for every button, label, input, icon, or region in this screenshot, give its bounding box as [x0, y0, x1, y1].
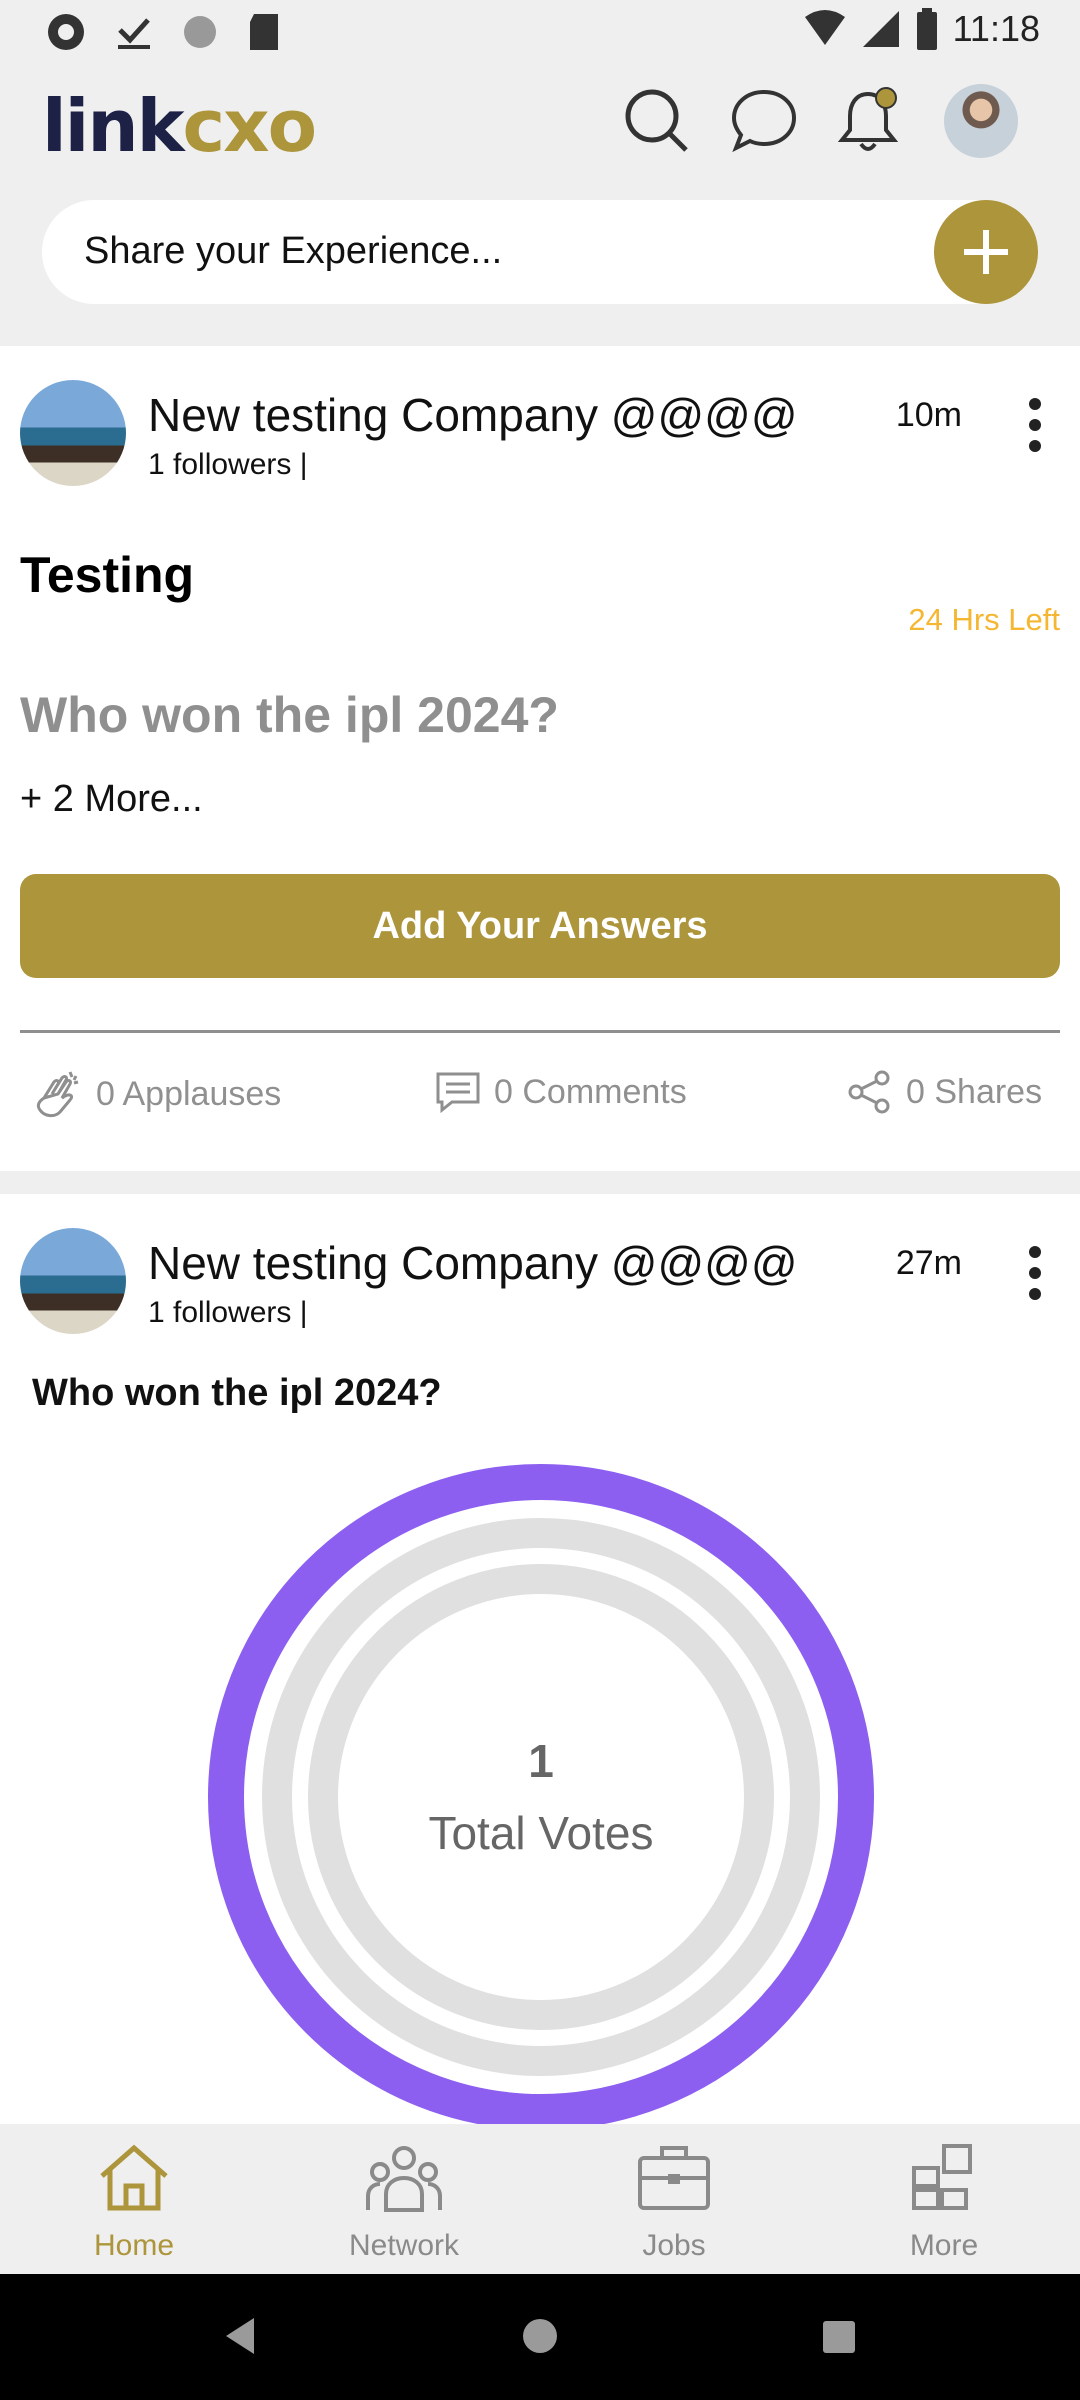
share-experience-input[interactable]: Share your Experience... — [42, 200, 1038, 304]
comment-count: 0 Comments — [494, 1072, 687, 1111]
company-avatar[interactable] — [20, 1228, 126, 1334]
app-header: linkcxo — [0, 64, 1080, 184]
divider — [20, 1030, 1060, 1033]
nav-label: Network — [348, 2229, 460, 2262]
share-button[interactable]: 0 Shares — [846, 1068, 1042, 1116]
nav-network[interactable]: Network — [304, 2138, 504, 2263]
notification-bell-icon[interactable] — [832, 84, 904, 156]
home-icon — [100, 2144, 168, 2211]
sd-card-icon — [250, 14, 278, 50]
system-navigation-bar — [0, 2274, 1080, 2400]
post-time: 27m — [895, 1244, 962, 1282]
user-avatar[interactable] — [944, 84, 1018, 158]
search-icon[interactable] — [620, 84, 692, 156]
bottom-navigation: Home Network Jobs More — [0, 2124, 1080, 2274]
share-count: 0 Shares — [906, 1072, 1043, 1111]
briefcase-icon — [638, 2146, 710, 2210]
grid-icon — [912, 2144, 972, 2210]
loading-icon — [184, 16, 216, 48]
more-options-icon[interactable] — [1028, 1246, 1042, 1300]
download-done-icon — [118, 18, 150, 49]
poll-question: Who won the ipl 2024? — [32, 1372, 442, 1414]
chat-icon[interactable] — [728, 84, 800, 156]
more-options-link[interactable]: + 2 More... — [20, 778, 203, 821]
post-time: 10m — [895, 396, 962, 434]
time-left-badge: 24 Hrs Left — [908, 602, 1060, 637]
clock: 11:18 — [952, 8, 1040, 49]
back-icon[interactable] — [222, 2316, 258, 2356]
nav-label: More — [909, 2229, 979, 2262]
nav-label: Home — [93, 2229, 175, 2262]
followers-count: 1 followers | — [148, 1296, 308, 1329]
home-circle-icon[interactable] — [522, 2318, 558, 2354]
more-options-icon[interactable] — [1028, 398, 1042, 452]
nav-jobs[interactable]: Jobs — [574, 2138, 774, 2263]
create-post-button[interactable] — [934, 200, 1038, 304]
network-icon — [366, 2146, 442, 2212]
company-avatar[interactable] — [20, 380, 126, 486]
signal-icon — [862, 11, 899, 47]
total-votes-label: Total Votes — [428, 1807, 654, 1859]
post-card: New testing Company @@@@ 1 followers | 1… — [0, 346, 1080, 1171]
wifi-icon — [804, 10, 845, 45]
followers-count: 1 followers | — [148, 448, 308, 481]
nav-more[interactable]: More — [844, 2138, 1044, 2263]
poll-card: New testing Company @@@@ 1 followers | 2… — [0, 1194, 1080, 2130]
status-bar: 11:18 — [0, 0, 1080, 64]
total-votes-count: 1 — [528, 1735, 554, 1787]
battery-icon — [916, 8, 937, 50]
poll-question: Who won the ipl 2024? — [20, 687, 559, 743]
add-answers-button[interactable]: Add Your Answers — [20, 874, 1060, 978]
logo-text-link: link — [42, 84, 184, 168]
logo-text-cxo: cxo — [182, 84, 318, 168]
nav-home[interactable]: Home — [34, 2138, 234, 2263]
applause-count: 0 Applauses — [96, 1074, 282, 1113]
post-title: Testing — [20, 547, 195, 603]
linkcxo-logo[interactable]: linkcxo — [42, 84, 318, 168]
nav-label: Jobs — [642, 2229, 706, 2262]
company-name[interactable]: New testing Company @@@@ — [148, 388, 798, 442]
app-notification-icon — [48, 14, 84, 50]
vote-donut-chart: 1 Total Votes — [206, 1462, 876, 2132]
comments-button[interactable]: 0 Comments — [434, 1068, 687, 1116]
recents-icon[interactable] — [822, 2320, 856, 2354]
share-icon — [848, 1070, 890, 1114]
ring-option-3 — [308, 1564, 774, 2030]
applause-icon — [36, 1071, 79, 1118]
post-actions: 0 Applauses 0 Comments 0 Shares — [0, 1068, 1080, 1128]
ring-option-2 — [262, 1518, 820, 2076]
share-placeholder: Share your Experience... — [84, 230, 503, 272]
applause-button[interactable]: 0 Applauses — [32, 1068, 281, 1120]
company-name[interactable]: New testing Company @@@@ — [148, 1236, 798, 1290]
comment-icon — [436, 1072, 480, 1114]
